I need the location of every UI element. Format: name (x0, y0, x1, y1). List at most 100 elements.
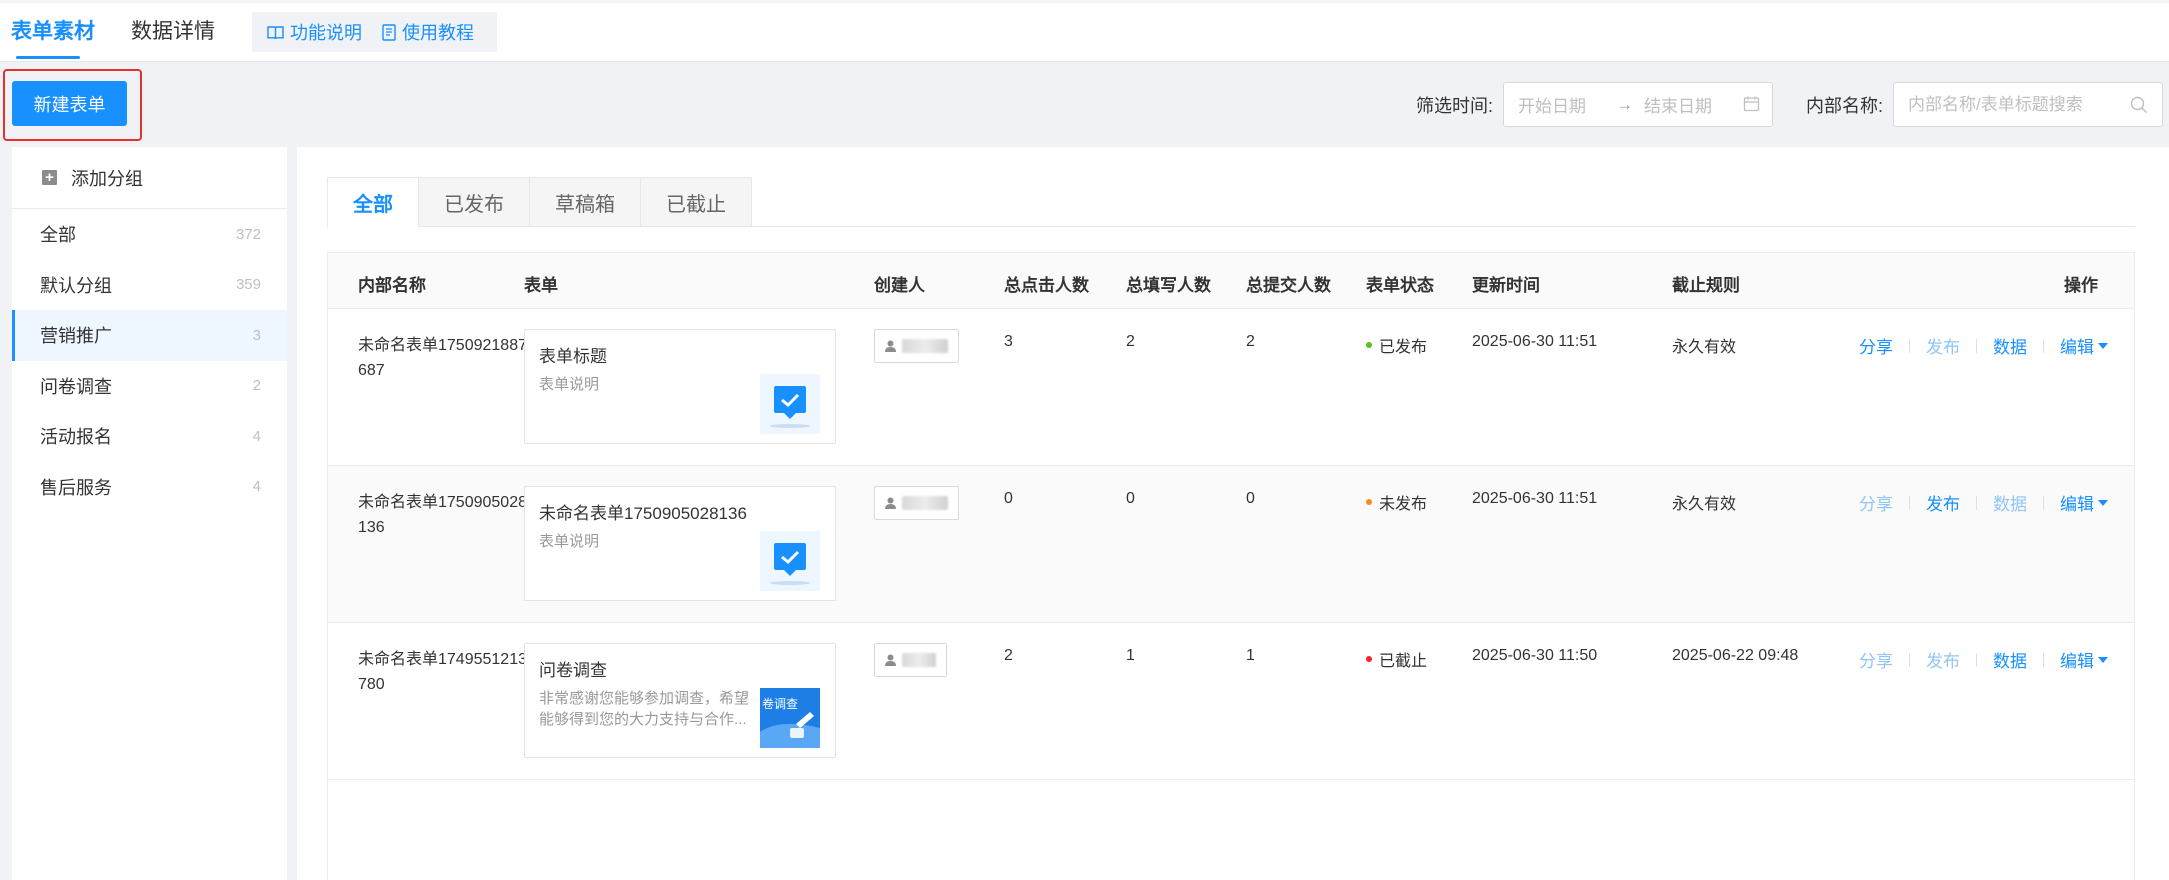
feature-description-link[interactable]: 功能说明 (267, 19, 362, 45)
form-card[interactable]: 问卷调查 非常感谢您能够参加调查，希望能够得到您的大力支持与合作... 卷调查 (524, 643, 836, 758)
status-text: 已发布 (1379, 339, 1428, 356)
survey-banner-icon: 卷调查 (760, 688, 820, 748)
col-clicks: 总点击人数 (1004, 276, 1089, 295)
caret-down-icon (2098, 656, 2108, 663)
edit-label: 编辑 (2060, 338, 2094, 357)
total-clicks: 0 (1004, 490, 1013, 507)
total-fills: 2 (1126, 333, 1135, 350)
calendar-icon (1743, 96, 1760, 112)
creator-badge (874, 329, 959, 363)
sidebar-item-event-signup[interactable]: 活动报名 4 (12, 411, 287, 462)
status-badge: 已截止 (1366, 647, 1427, 671)
col-status: 表单状态 (1366, 276, 1434, 295)
edit-dropdown[interactable]: 编辑 (2060, 647, 2108, 672)
group-count: 3 (252, 326, 261, 344)
group-label: 售后服务 (40, 477, 112, 498)
top-nav: 表单素材 数据详情 功能说明 使用教程 (0, 0, 2169, 62)
group-count: 4 (252, 478, 261, 496)
form-title: 未命名表单1750905028136 (539, 504, 747, 523)
chat-check-icon (760, 531, 820, 591)
status-text: 已截止 (1379, 653, 1428, 670)
sidebar-item-after-sales[interactable]: 售后服务 4 (12, 462, 287, 513)
document-icon (382, 23, 396, 41)
status-badge: 未发布 (1366, 490, 1427, 514)
tab-all[interactable]: 全部 (327, 177, 419, 228)
table-row: 未命名表单1750905028136 未命名表单1750905028136 表单… (328, 466, 2134, 623)
feature-description-label: 功能说明 (290, 23, 362, 43)
tab-data-details[interactable]: 数据详情 (131, 18, 215, 46)
sidebar-item-survey[interactable]: 问卷调查 2 (12, 361, 287, 412)
group-label: 营销推广 (40, 326, 112, 347)
col-updated: 更新时间 (1472, 276, 1540, 295)
publish-link[interactable]: 发布 (1926, 647, 1960, 672)
group-label: 活动报名 (40, 427, 112, 448)
group-count: 2 (252, 377, 261, 395)
creator-name-redacted (902, 339, 948, 353)
tab-published[interactable]: 已发布 (419, 177, 530, 227)
date-range-picker[interactable]: 开始日期 → 结束日期 (1503, 82, 1773, 127)
data-link[interactable]: 数据 (1993, 647, 2027, 672)
tab-closed[interactable]: 已截止 (641, 177, 752, 227)
share-link[interactable]: 分享 (1859, 647, 1893, 672)
top-strip (0, 0, 2169, 3)
deadline-rule: 永久有效 (1672, 496, 1737, 513)
updated-time: 2025-06-30 11:50 (1472, 647, 1598, 664)
group-label: 问卷调查 (40, 376, 112, 397)
edit-label: 编辑 (2060, 495, 2094, 514)
edit-dropdown[interactable]: 编辑 (2060, 490, 2108, 515)
data-link[interactable]: 数据 (1993, 490, 2027, 515)
sidebar-item-marketing[interactable]: 营销推广 3 (12, 310, 287, 361)
search-input[interactable] (1908, 93, 2118, 117)
tab-drafts[interactable]: 草稿箱 (530, 177, 641, 227)
total-fills: 0 (1126, 490, 1135, 507)
divider (1976, 338, 1977, 353)
creator-name-redacted (902, 496, 948, 510)
divider (2043, 338, 2044, 353)
form-description: 非常感谢您能够参加调查，希望能够得到您的大力支持与合作... (539, 690, 750, 728)
deadline-rule: 永久有效 (1672, 339, 1737, 356)
edit-dropdown[interactable]: 编辑 (2060, 333, 2108, 358)
group-count: 4 (252, 427, 261, 445)
status-text: 未发布 (1379, 496, 1428, 513)
col-rule: 截止规则 (1672, 276, 1740, 295)
tutorial-link[interactable]: 使用教程 (382, 19, 474, 45)
data-link[interactable]: 数据 (1993, 333, 2027, 358)
total-clicks: 2 (1004, 647, 1013, 664)
internal-name-label: 内部名称: (1806, 96, 1884, 116)
end-date-placeholder[interactable]: 结束日期 (1644, 92, 1712, 117)
start-date-placeholder[interactable]: 开始日期 (1518, 92, 1586, 117)
share-link[interactable]: 分享 (1859, 333, 1893, 358)
form-title: 表单标题 (539, 347, 607, 366)
internal-name: 未命名表单1750921887687 (358, 337, 527, 379)
updated-time: 2025-06-30 11:51 (1472, 333, 1598, 350)
caret-down-icon (2098, 342, 2108, 349)
sidebar-item-all[interactable]: 全部 372 (12, 209, 287, 260)
deadline-rule: 2025-06-22 09:48 (1672, 647, 1799, 664)
status-dot (1366, 499, 1372, 505)
book-icon (267, 25, 284, 39)
internal-name: 未命名表单1750905028136 (358, 494, 527, 536)
row-actions: 分享 发布 数据 编辑 (1859, 333, 2108, 358)
group-count: 359 (235, 276, 261, 294)
col-actions: 操作 (2064, 276, 2098, 295)
publish-link[interactable]: 发布 (1926, 490, 1960, 515)
share-link[interactable]: 分享 (1859, 490, 1893, 515)
total-submits: 1 (1246, 647, 1255, 664)
divider (1909, 652, 1910, 667)
group-label: 默认分组 (40, 275, 112, 296)
form-card[interactable]: 未命名表单1750905028136 表单说明 (524, 486, 836, 601)
publish-link[interactable]: 发布 (1926, 333, 1960, 358)
total-submits: 2 (1246, 333, 1255, 350)
group-list: 全部 372 默认分组 359 营销推广 3 问卷调查 2 活动报名 4 售后服务 4 (12, 209, 287, 512)
user-icon (885, 497, 896, 509)
main-panel: 全部 已发布 草稿箱 已截止 内部名称 表单 创建人 总点击人数 总填写人数 总… (297, 147, 2169, 880)
form-card[interactable]: 表单标题 表单说明 (524, 329, 836, 444)
sidebar-item-default[interactable]: 默认分组 359 (12, 260, 287, 311)
tab-form-materials[interactable]: 表单素材 (11, 18, 95, 59)
status-dot (1366, 342, 1372, 348)
add-group-button[interactable]: + 添加分组 (12, 147, 287, 209)
group-sidebar: + 添加分组 全部 372 默认分组 359 营销推广 3 问卷调查 2 活动报名 4 售… (12, 147, 287, 880)
search-icon[interactable] (2130, 96, 2148, 114)
add-group-label: 添加分组 (71, 168, 143, 189)
new-form-button[interactable]: 新建表单 (12, 81, 127, 126)
